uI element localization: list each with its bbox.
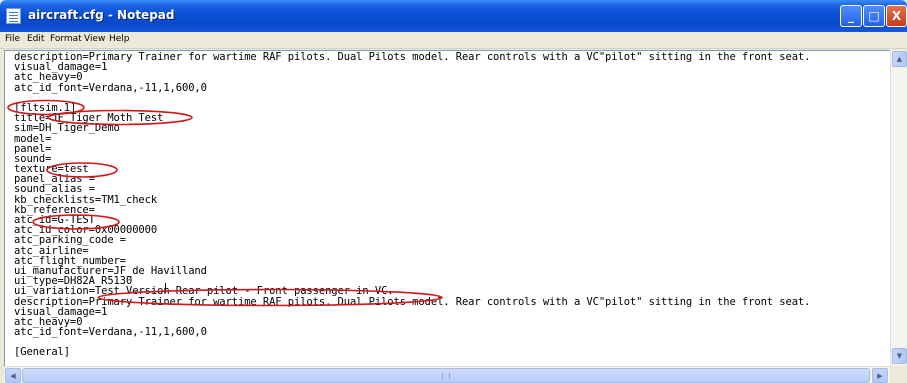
menu-help[interactable]: Help bbox=[109, 34, 130, 44]
text-line: kb_reference= bbox=[14, 203, 95, 216]
text-line: sound= bbox=[14, 152, 52, 165]
text-line: texture=test bbox=[14, 163, 89, 176]
menu-file[interactable]: File bbox=[5, 34, 20, 44]
text-line: panel= bbox=[14, 142, 52, 155]
resize-corner bbox=[890, 366, 907, 383]
text-line: atc_airline= bbox=[14, 244, 89, 257]
text-line: description=Primary Trainer for wartime … bbox=[14, 295, 811, 308]
text-caret bbox=[165, 283, 166, 293]
text-line: atc_id_font=Verdana,-11,1,600,0 bbox=[14, 81, 207, 94]
text-line: panel_alias = bbox=[14, 173, 95, 186]
scroll-up-arrow[interactable]: ▲ bbox=[892, 51, 907, 67]
text-line: model= bbox=[14, 132, 52, 145]
minimize-button[interactable]: _ bbox=[840, 5, 862, 27]
text-line: ui_manufacturer=JF_de Havilland bbox=[14, 264, 207, 277]
horizontal-scroll-thumb[interactable] bbox=[22, 368, 870, 383]
title-bar[interactable]: aircraft.cfg - Notepad _ □ X bbox=[0, 0, 907, 32]
notepad-window: aircraft.cfg - Notepad _ □ X File Edit F… bbox=[0, 0, 907, 383]
text-line: visual_damage=1 bbox=[14, 61, 108, 74]
scroll-down-arrow[interactable]: ▼ bbox=[892, 348, 907, 364]
text-line bbox=[14, 93, 810, 103]
menu-edit[interactable]: Edit bbox=[27, 34, 44, 44]
text-line: title=JF Tiger Moth Test bbox=[14, 112, 164, 125]
text-line: [General] bbox=[14, 346, 70, 359]
text-line: kb_checklists=TM1_check bbox=[14, 193, 158, 206]
menu-view[interactable]: View bbox=[84, 34, 105, 44]
notepad-icon bbox=[6, 8, 21, 24]
text-line: visual_damage=1 bbox=[14, 305, 108, 318]
window-title: aircraft.cfg - Notepad bbox=[28, 8, 175, 22]
maximize-button[interactable]: □ bbox=[863, 5, 885, 27]
scroll-right-arrow[interactable]: ▶ bbox=[872, 368, 888, 383]
horizontal-scrollbar[interactable]: ◀ ▶ bbox=[4, 366, 890, 383]
scroll-grip-icon bbox=[442, 373, 450, 379]
editor-text: description=Primary Trainer for wartime … bbox=[14, 52, 810, 358]
scroll-left-arrow[interactable]: ◀ bbox=[5, 368, 21, 383]
text-editor-area[interactable]: description=Primary Trainer for wartime … bbox=[4, 50, 890, 366]
text-line: atc_id_font=Verdana,-11,1,600,0 bbox=[14, 326, 207, 339]
menu-format[interactable]: Format bbox=[50, 34, 82, 44]
close-button[interactable]: X bbox=[886, 5, 907, 27]
text-line: ui_variation=Test Version Rear pilot - F… bbox=[14, 285, 394, 298]
menu-bar: File Edit Format View Help bbox=[0, 32, 907, 49]
text-line: atc_parking_code = bbox=[14, 234, 126, 247]
text-line: description=Primary Trainer for wartime … bbox=[14, 51, 811, 63]
text-line: atc_id_color=0x00000000 bbox=[14, 224, 158, 237]
text-line: sim=DH_Tiger_Demo bbox=[14, 122, 120, 135]
vertical-scrollbar[interactable]: ▲ ▼ bbox=[890, 50, 907, 366]
text-line bbox=[14, 337, 810, 347]
